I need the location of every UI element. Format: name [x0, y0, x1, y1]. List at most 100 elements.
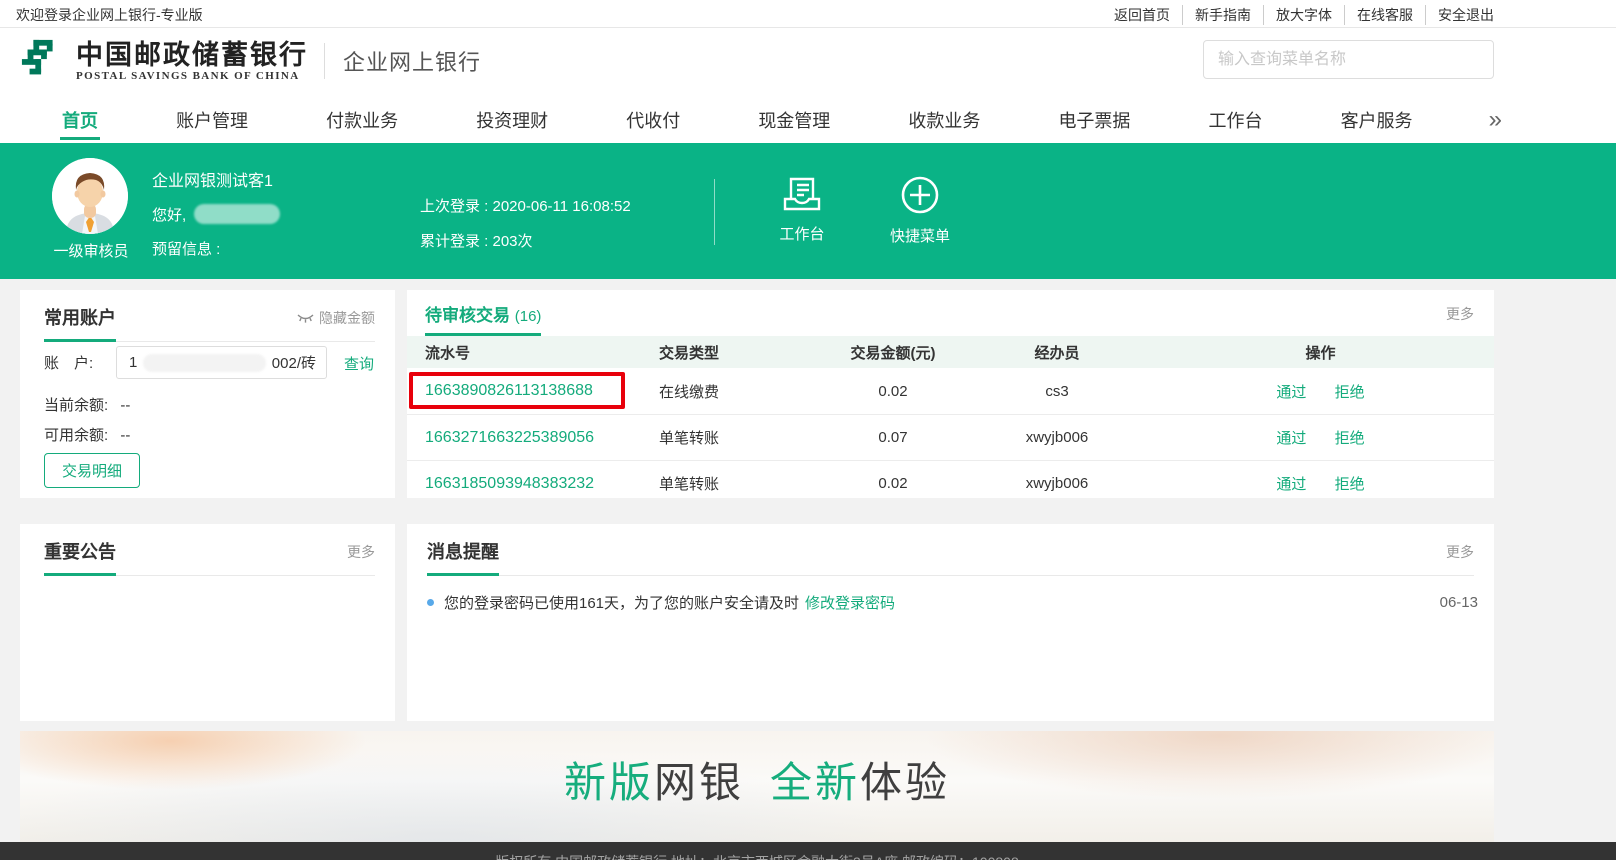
head-divider — [427, 575, 1474, 576]
message-date: 06-13 — [1440, 594, 1478, 611]
quick-menu-shortcut[interactable]: 快捷菜单 — [875, 175, 965, 246]
top-utility-bar: 欢迎登录企业网上银行-专业版 返回首页 新手指南 放大字体 在线客服 安全退出 — [0, 0, 1616, 28]
redacted-user-name — [194, 204, 280, 224]
transaction-amount: 0.02 — [819, 475, 967, 492]
account-select[interactable]: 1 002/砖 — [116, 346, 327, 379]
col-serial-number: 流水号 — [407, 342, 659, 363]
table-header: 流水号 交易类型 交易金额(元) 经办员 操作 — [407, 336, 1494, 368]
table-row: 1663271663225389056 单笔转账 0.07 xwyjb006 通… — [407, 414, 1494, 460]
hero-divider — [714, 179, 715, 245]
col-actions: 操作 — [1147, 342, 1494, 363]
link-online-service[interactable]: 在线客服 — [1344, 5, 1425, 25]
message-item: 您的登录密码已使用161天，为了您的账户安全请及时 修改登录密码 06-13 — [427, 592, 1478, 613]
nav-item-receivables[interactable]: 收款业务 — [906, 98, 982, 142]
user-info-banner: 一级审核员 企业网银测试客1 您好, 预留信息 : 上次登录 : 2020-06… — [0, 143, 1616, 279]
reject-link[interactable]: 拒绝 — [1335, 430, 1365, 447]
notices-more-link[interactable]: 更多 — [347, 542, 375, 562]
pending-count: (16) — [515, 308, 542, 325]
pending-transactions-card: 待审核交易 (16) 更多 流水号 交易类型 交易金额(元) 经办员 操作 16… — [407, 290, 1494, 498]
messages-more-link[interactable]: 更多 — [1446, 542, 1474, 562]
transaction-operator: cs3 — [967, 383, 1147, 400]
transaction-amount: 0.02 — [819, 383, 967, 400]
nav-item-home[interactable]: 首页 — [60, 98, 100, 142]
message-reminders-card: 消息提醒 更多 您的登录密码已使用161天，为了您的账户安全请及时 修改登录密码… — [407, 524, 1494, 721]
transaction-type: 在线缴费 — [659, 381, 819, 402]
current-balance-label: 当前余额: — [44, 397, 108, 414]
table-row: 1663890826113138688 在线缴费 0.02 cs3 通过 拒绝 — [407, 368, 1494, 414]
transaction-detail-button[interactable]: 交易明细 — [44, 453, 140, 488]
total-logins: 累计登录 : 203次 — [420, 230, 631, 251]
approve-link[interactable]: 通过 — [1276, 430, 1306, 447]
transaction-type: 单笔转账 — [659, 473, 819, 494]
nav-item-investment[interactable]: 投资理财 — [474, 98, 550, 142]
avatar-block: 一级审核员 — [52, 158, 130, 261]
col-transaction-type: 交易类型 — [659, 342, 819, 363]
company-name: 企业网银测试客1 — [152, 167, 280, 191]
workbench-icon — [781, 175, 823, 213]
last-login: 上次登录 : 2020-06-11 16:08:52 — [420, 195, 631, 216]
bank-name-block: 中国邮政储蓄银行 POSTAL SAVINGS BANK OF CHINA — [76, 40, 308, 82]
link-enlarge-font[interactable]: 放大字体 — [1263, 5, 1344, 25]
reject-link[interactable]: 拒绝 — [1335, 384, 1365, 401]
slogan-part-2: 网银 — [654, 759, 744, 806]
workbench-label: 工作台 — [757, 223, 847, 244]
user-role: 一级审核员 — [52, 240, 130, 261]
hide-amount-toggle[interactable]: 隐藏金额 — [297, 308, 375, 328]
link-return-home[interactable]: 返回首页 — [1102, 5, 1182, 25]
account-number-suffix: 002/砖 — [272, 352, 316, 373]
transaction-operator: xwyjb006 — [967, 429, 1147, 446]
approve-link[interactable]: 通过 — [1276, 476, 1306, 493]
link-beginner-guide[interactable]: 新手指南 — [1182, 5, 1263, 25]
slogan-part-3: 全新 — [770, 759, 860, 806]
message-reminders-title: 消息提醒 — [427, 538, 499, 576]
nav-item-customer-service[interactable]: 客户服务 — [1339, 98, 1415, 142]
approve-link[interactable]: 通过 — [1276, 384, 1306, 401]
transaction-amount: 0.07 — [819, 429, 967, 446]
eye-closed-icon — [297, 313, 314, 324]
current-balance-value: -- — [120, 397, 130, 414]
pending-more-link[interactable]: 更多 — [1446, 304, 1474, 324]
important-notices-card: 重要公告 更多 — [20, 524, 395, 721]
bank-name-en: POSTAL SAVINGS BANK OF CHINA — [76, 70, 308, 82]
transaction-id-link[interactable]: 1663271663225389056 — [425, 429, 594, 446]
psbc-corporate-banking-page: 欢迎登录企业网上银行-专业版 返回首页 新手指南 放大字体 在线客服 安全退出 — [0, 0, 1616, 860]
message-text: 您的登录密码已使用161天，为了您的账户安全请及时 — [444, 592, 799, 613]
query-link[interactable]: 查询 — [344, 353, 374, 374]
nav-item-e-bill[interactable]: 电子票据 — [1056, 98, 1132, 142]
frequent-accounts-title: 常用账户 — [44, 304, 116, 342]
link-safe-logout[interactable]: 安全退出 — [1425, 5, 1494, 25]
account-label: 账 户: — [44, 352, 116, 373]
reject-link[interactable]: 拒绝 — [1335, 476, 1365, 493]
transaction-id-link[interactable]: 1663185093948383232 — [425, 475, 594, 492]
transaction-type: 单笔转账 — [659, 427, 819, 448]
transaction-operator: xwyjb006 — [967, 475, 1147, 492]
transaction-id-link[interactable]: 1663890826113138688 — [425, 382, 593, 399]
avatar — [52, 158, 128, 234]
slogan-part-1: 新版 — [564, 759, 654, 806]
menu-search-input[interactable] — [1203, 40, 1494, 79]
nav-item-payment[interactable]: 付款业务 — [324, 98, 400, 142]
pending-title-text: 待审核交易 — [425, 306, 510, 325]
nav-item-cash-mgmt[interactable]: 现金管理 — [756, 98, 832, 142]
nav-item-workbench[interactable]: 工作台 — [1207, 98, 1265, 142]
important-notices-title: 重要公告 — [44, 538, 116, 576]
nav-more-icon[interactable]: » — [1489, 106, 1500, 134]
user-details: 企业网银测试客1 您好, 预留信息 : — [152, 167, 280, 259]
avatar-illustration-icon — [52, 158, 128, 234]
site-header: 中国邮政储蓄银行 POSTAL SAVINGS BANK OF CHINA 企业… — [0, 28, 1616, 97]
main-nav: 首页 账户管理 付款业务 投资理财 代收付 现金管理 收款业务 电子票据 工作台… — [0, 97, 1616, 143]
nav-item-collection-payment[interactable]: 代收付 — [624, 98, 682, 142]
greeting-text: 您好, — [152, 204, 186, 225]
welcome-text: 欢迎登录企业网上银行-专业版 — [16, 5, 203, 25]
change-password-link[interactable]: 修改登录密码 — [805, 592, 895, 613]
quick-menu-label: 快捷菜单 — [875, 225, 965, 246]
available-balance-value: -- — [120, 427, 130, 444]
workbench-shortcut[interactable]: 工作台 — [757, 175, 847, 244]
available-balance-label: 可用余额: — [44, 427, 108, 444]
col-operator: 经办员 — [967, 342, 1147, 363]
promo-slogan: 新版网银全新体验 — [20, 749, 1494, 810]
utility-links: 返回首页 新手指南 放大字体 在线客服 安全退出 — [1102, 5, 1494, 25]
nav-item-account-mgmt[interactable]: 账户管理 — [174, 98, 250, 142]
page-footer: 版权所有 中国邮政储蓄银行 地址：北京市西城区金融大街3号A座 邮政编码：100… — [0, 842, 1616, 860]
promo-banner: 新版网银全新体验 — [20, 731, 1494, 842]
